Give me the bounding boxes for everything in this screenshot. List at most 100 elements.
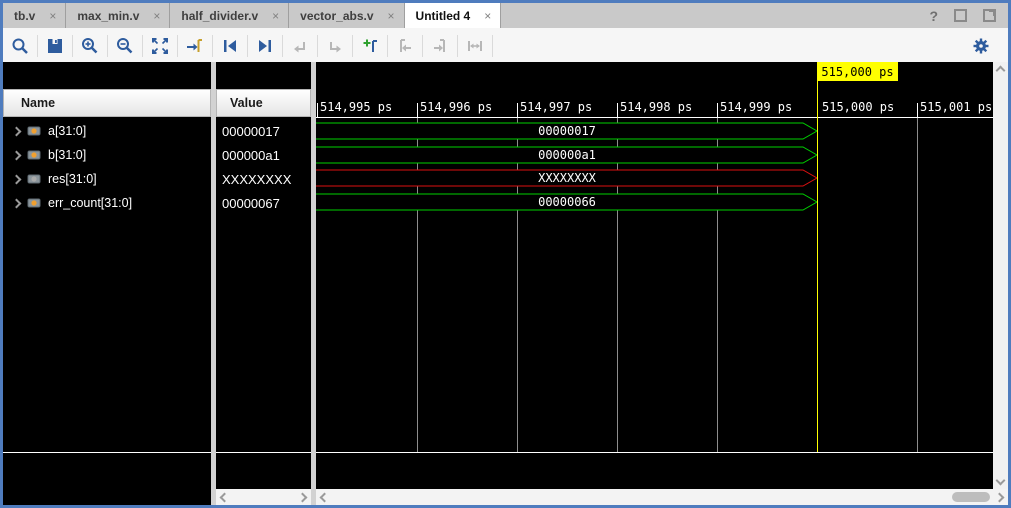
bus-value-label: 00000066 — [316, 194, 818, 210]
signal-value: 00000067 — [222, 191, 310, 215]
add-marker-icon[interactable] — [353, 32, 387, 60]
scrollbar-thumb[interactable] — [952, 492, 990, 502]
scroll-left-icon[interactable] — [320, 492, 330, 502]
previous-transition-icon[interactable] — [213, 32, 247, 60]
float-icon[interactable] — [983, 9, 996, 22]
expand-icon[interactable] — [12, 198, 22, 208]
tab-bar: tb.v × max_min.v × half_divider.v × vect… — [3, 3, 1008, 28]
axis-tick — [917, 103, 918, 117]
signal-value: XXXXXXXX — [222, 167, 310, 191]
wave-vertical-scrollbar[interactable] — [993, 62, 1008, 489]
axis-tick — [717, 103, 718, 117]
search-icon[interactable] — [3, 32, 37, 60]
previous-edge-icon[interactable] — [283, 32, 317, 60]
bus-value-label: XXXXXXXX — [316, 170, 818, 186]
tab-tb.v[interactable]: tb.v × — [3, 3, 66, 28]
tab-label: Untitled 4 — [416, 9, 471, 23]
bus-signal-icon — [27, 149, 42, 161]
axis-tick-label: 514,998 ps — [620, 100, 692, 114]
tab-label: half_divider.v — [181, 9, 258, 23]
wave-viewer-body: Name a[31:0] b[31:0] res[31:0] err_count — [3, 62, 1008, 505]
signal-value: 000000a1 — [222, 143, 310, 167]
signal-row-res[interactable]: res[31:0] — [3, 167, 211, 191]
signal-row-err-count[interactable]: err_count[31:0] — [3, 191, 211, 215]
close-icon[interactable]: × — [484, 9, 491, 23]
signal-value-panel: Value 00000017 000000a1 XXXXXXXX 0000006… — [216, 62, 311, 505]
zoom-in-icon[interactable] — [73, 32, 107, 60]
next-transition-icon[interactable] — [248, 32, 282, 60]
signal-row-a[interactable]: a[31:0] — [3, 119, 211, 143]
expand-icon[interactable] — [12, 126, 22, 136]
signal-name: a[31:0] — [48, 124, 86, 138]
bus-signal-icon — [27, 197, 42, 209]
next-edge-icon[interactable] — [318, 32, 352, 60]
close-icon[interactable]: × — [388, 9, 395, 23]
wave-bottom-divider — [316, 452, 993, 453]
expand-icon[interactable] — [12, 150, 22, 160]
bus-value-label: 00000017 — [316, 123, 818, 139]
value-horizontal-scrollbar[interactable] — [216, 489, 311, 505]
tab-vector_abs.v[interactable]: vector_abs.v × — [289, 3, 404, 28]
scroll-right-icon[interactable] — [995, 492, 1005, 502]
maximize-icon[interactable] — [954, 9, 967, 22]
settings-gear-icon[interactable] — [964, 32, 998, 60]
waveform-window: tb.v × max_min.v × half_divider.v × vect… — [0, 0, 1011, 508]
next-marker-icon[interactable] — [423, 32, 457, 60]
signal-name-panel: Name a[31:0] b[31:0] res[31:0] err_count — [3, 62, 211, 505]
bus-signal-icon — [27, 173, 42, 185]
axis-tick-label: 514,999 ps — [720, 100, 792, 114]
scroll-left-icon[interactable] — [220, 492, 230, 502]
tab-half_divider.v[interactable]: half_divider.v × — [170, 3, 289, 28]
close-icon[interactable]: × — [153, 9, 160, 23]
close-icon[interactable]: × — [272, 9, 279, 23]
scroll-down-icon[interactable] — [996, 476, 1006, 486]
axis-tick-label: 514,997 ps — [520, 100, 592, 114]
waveform-canvas[interactable]: 514,995 ps 514,996 ps 514,997 ps 514,998… — [316, 62, 993, 505]
signal-value: 00000017 — [222, 119, 310, 143]
gridline — [917, 118, 918, 452]
waveform-toolbar — [3, 28, 1008, 65]
axis-tick — [517, 103, 518, 117]
value-column-header: Value — [216, 89, 311, 117]
bus-value-label: 000000a1 — [316, 147, 818, 163]
axis-tick-label: 514,996 ps — [420, 100, 492, 114]
axis-tick-label: 515,001 ps — [920, 100, 992, 114]
signal-name: res[31:0] — [48, 172, 97, 186]
wave-horizontal-scrollbar[interactable] — [316, 489, 1008, 505]
close-icon[interactable]: × — [49, 9, 56, 23]
axis-tick-label: 514,995 ps — [320, 100, 392, 114]
tab-label: vector_abs.v — [300, 9, 373, 23]
expand-icon[interactable] — [12, 174, 22, 184]
time-cursor-line[interactable] — [817, 81, 818, 452]
wave-bus-a: 00000017 — [316, 122, 818, 140]
signal-name: err_count[31:0] — [48, 196, 132, 210]
signal-row-b[interactable]: b[31:0] — [3, 143, 211, 167]
axis-tick — [617, 103, 618, 117]
tab-label: tb.v — [14, 9, 35, 23]
previous-marker-icon[interactable] — [388, 32, 422, 60]
time-cursor-label[interactable]: 515,000 ps — [817, 62, 898, 81]
window-controls: ? — [929, 3, 1008, 28]
panel-bottom-divider — [3, 452, 211, 453]
go-to-cursor-icon[interactable] — [178, 32, 212, 60]
marker-span-icon[interactable] — [458, 32, 492, 60]
zoom-out-icon[interactable] — [108, 32, 142, 60]
help-icon[interactable]: ? — [929, 8, 938, 24]
axis-tick-label: 515,000 ps — [822, 100, 894, 114]
scroll-up-icon[interactable] — [996, 66, 1006, 76]
save-icon[interactable] — [38, 32, 72, 60]
scroll-right-icon[interactable] — [298, 492, 308, 502]
name-column-header: Name — [3, 89, 211, 117]
tab-untitled-4[interactable]: Untitled 4 × — [405, 3, 502, 28]
axis-tick — [317, 103, 318, 117]
tab-max_min.v[interactable]: max_min.v × — [66, 3, 170, 28]
wave-bus-res: XXXXXXXX — [316, 169, 818, 187]
zoom-fit-icon[interactable] — [143, 32, 177, 60]
panel-bottom-divider — [216, 452, 311, 453]
bus-signal-icon — [27, 125, 42, 137]
tab-label: max_min.v — [77, 9, 139, 23]
axis-tick — [417, 103, 418, 117]
wave-bus-b: 000000a1 — [316, 146, 818, 164]
signal-name: b[31:0] — [48, 148, 86, 162]
wave-bus-err-count: 00000066 — [316, 193, 818, 211]
